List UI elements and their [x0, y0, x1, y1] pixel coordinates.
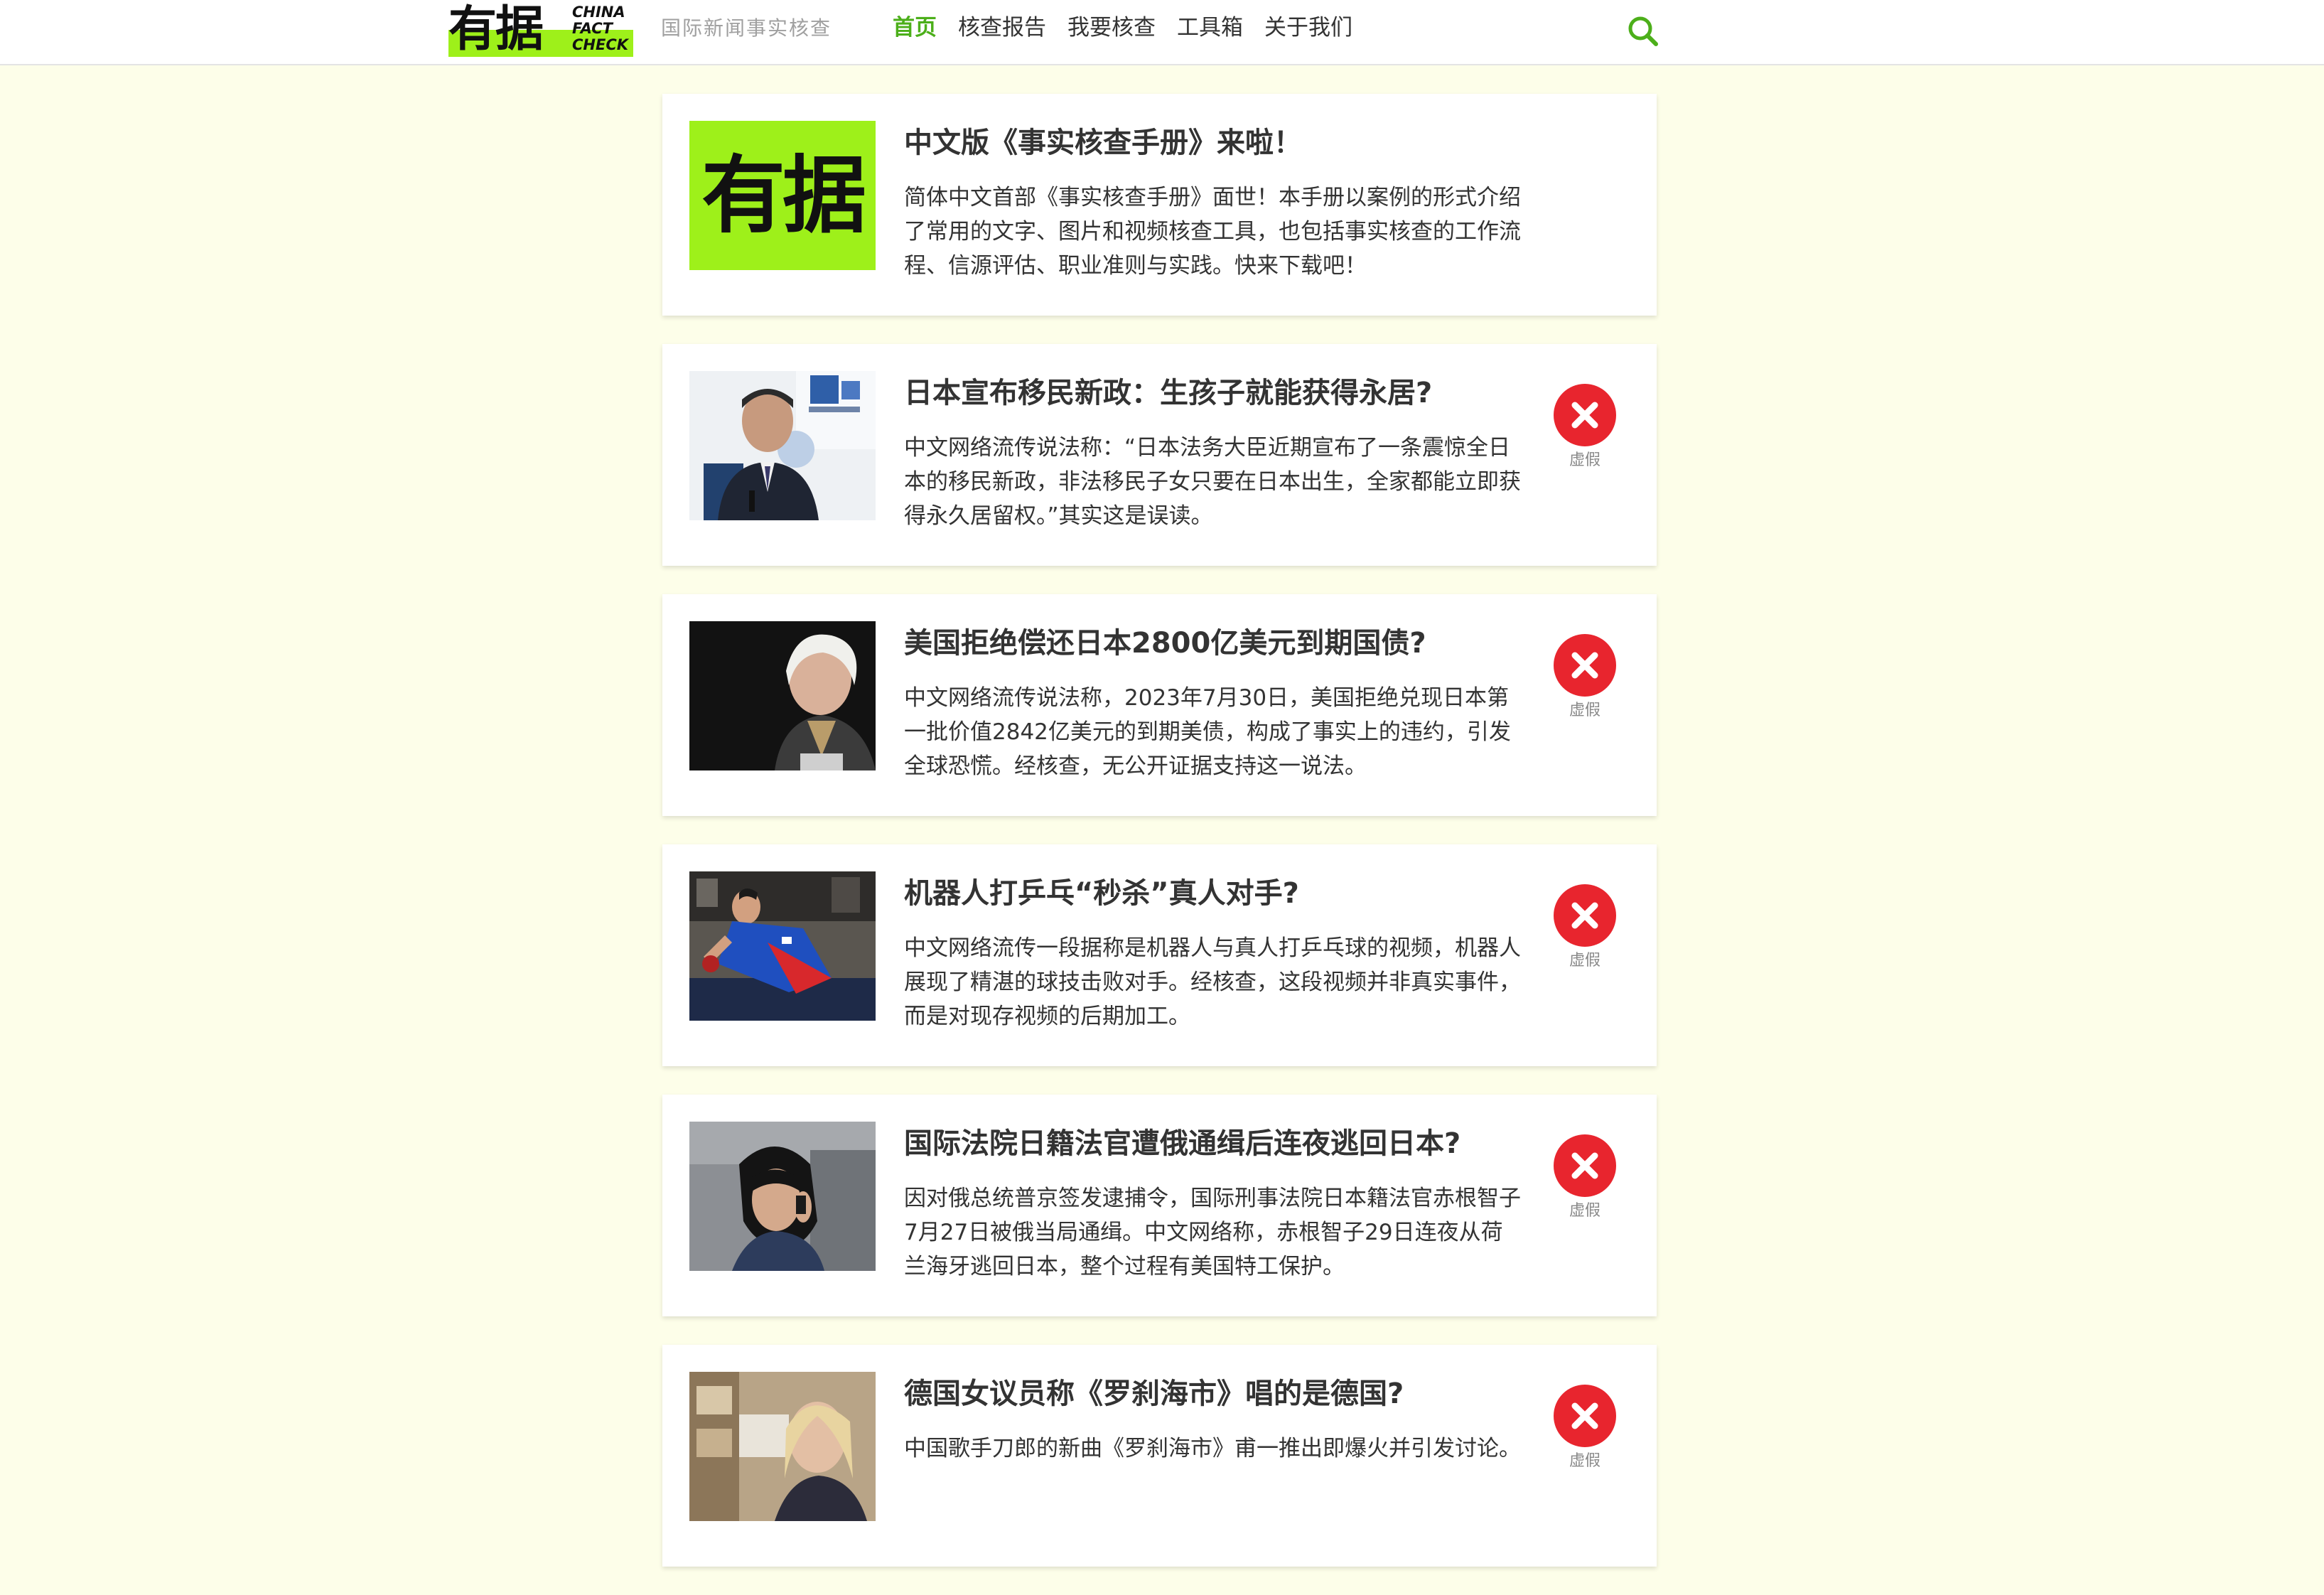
site-header: 有据 CHINA FACT CHECK 国际新闻事实核查 首页 核查报告 我要核…	[0, 0, 2324, 65]
thumbnail-photo-official-at-podium	[689, 371, 876, 520]
article-summary: 中国歌手刀郎的新曲《罗刹海市》甫一推出即爆火并引发讨论。	[904, 1436, 1521, 1461]
logo-en-line: CHECK	[572, 36, 629, 53]
article-title[interactable]: 日本宣布移民新政：生孩子就能获得永居?	[904, 372, 1544, 414]
nav-item-about[interactable]: 关于我们	[1264, 13, 1352, 43]
verdict-label: 虚假	[1569, 1452, 1601, 1470]
article-thumbnail[interactable]	[689, 621, 876, 770]
false-x-icon	[1554, 1134, 1616, 1197]
article-card[interactable]: 国际法院日籍法官遭俄通缉后连夜逃回日本? 因对俄总统普京签发逮捕令，国际刑事法院…	[662, 1095, 1657, 1316]
article-summary: 中文网络流传说法称，2023年7月30日，美国拒绝兑现日本第一批价值2842亿美…	[904, 685, 1511, 779]
article-summary: 中文网络流传一段据称是机器人与真人打乒乓球的视频，机器人展现了精湛的球技击败对手…	[904, 935, 1521, 1029]
article-thumbnail[interactable]	[689, 1372, 876, 1521]
thumbnail-photo-judge-with-headphones	[689, 1122, 876, 1271]
article-card[interactable]: 有据 中文版《事实核查手册》来啦！ 简体中文首部《事实核查手册》面世！本手册以案…	[662, 94, 1657, 316]
verdict-badge: 虚假	[1551, 382, 1619, 471]
false-x-icon	[1554, 384, 1616, 446]
verdict-label: 虚假	[1569, 451, 1601, 469]
article-title[interactable]: 美国拒绝偿还日本2800亿美元到期国债?	[904, 623, 1544, 664]
verdict-label: 虚假	[1569, 702, 1601, 719]
article-summary: 简体中文首部《事实核查手册》面世！本手册以案例的形式介绍了常用的文字、图片和视频…	[904, 185, 1521, 279]
site-tagline: 国际新闻事实核查	[661, 16, 832, 40]
verdict-label: 虚假	[1569, 952, 1601, 970]
article-summary: 因对俄总统普京签发逮捕令，国际刑事法院日本籍法官赤根智子7月27日被俄当局通缉。…	[904, 1186, 1521, 1279]
logo-mark: 有据	[448, 1, 633, 58]
article-thumbnail[interactable]: 有据	[689, 121, 876, 270]
article-summary: 中文网络流传说法称：“日本法务大臣近期宣布了一条震惊全日本的移民新政，非法移民子…	[904, 435, 1521, 529]
article-feed: 有据 中文版《事实核查手册》来啦！ 简体中文首部《事实核查手册》面世！本手册以案…	[662, 94, 1657, 1595]
article-thumbnail[interactable]	[689, 871, 876, 1021]
false-x-icon	[1554, 1385, 1616, 1447]
search-button[interactable]	[1626, 14, 1660, 48]
thumbnail-logo-text: 有据	[701, 146, 866, 245]
article-title[interactable]: 德国女议员称《罗刹海市》唱的是德国?	[904, 1373, 1544, 1414]
nav-item-reports[interactable]: 核查报告	[958, 13, 1046, 43]
verdict-badge: 虚假	[1551, 883, 1619, 971]
article-title[interactable]: 国际法院日籍法官遭俄通缉后连夜逃回日本?	[904, 1123, 1544, 1164]
logo-en-line: FACT	[572, 20, 613, 37]
article-card[interactable]: 机器人打乒乓“秒杀”真人对手? 中文网络流传一段据称是机器人与真人打乒乓球的视频…	[662, 844, 1657, 1066]
article-card[interactable]: 日本宣布移民新政：生孩子就能获得永居? 中文网络流传说法称：“日本法务大臣近期宣…	[662, 344, 1657, 566]
article-card[interactable]: 美国拒绝偿还日本2800亿美元到期国债? 中文网络流传说法称，2023年7月30…	[662, 594, 1657, 816]
article-card[interactable]: 德国女议员称《罗刹海市》唱的是德国? 中国歌手刀郎的新曲《罗刹海市》甫一推出即爆…	[662, 1345, 1657, 1567]
verdict-badge: 虚假	[1551, 1383, 1619, 1471]
main-nav: 首页 核查报告 我要核查 工具箱 关于我们	[893, 13, 1374, 43]
logo-en-line: CHINA	[572, 4, 625, 21]
logo-chinese-text: 有据	[448, 1, 544, 58]
nav-item-submit-check[interactable]: 我要核查	[1067, 13, 1156, 43]
thumbnail-photo-woman-speaking	[689, 621, 876, 770]
nav-item-toolbox[interactable]: 工具箱	[1177, 13, 1243, 43]
article-title[interactable]: 中文版《事实核查手册》来啦！	[904, 122, 1544, 163]
nav-item-home[interactable]: 首页	[893, 13, 937, 43]
false-x-icon	[1554, 634, 1616, 697]
thumbnail-photo-politician	[689, 1372, 876, 1521]
search-icon	[1628, 16, 1658, 46]
logo-english-text: CHINA FACT CHECK	[572, 4, 633, 53]
verdict-label: 虚假	[1569, 1202, 1601, 1220]
false-x-icon	[1554, 884, 1616, 947]
verdict-badge: 虚假	[1551, 633, 1619, 721]
article-thumbnail[interactable]	[689, 371, 876, 520]
article-thumbnail[interactable]	[689, 1122, 876, 1271]
thumbnail-photo-table-tennis-player	[689, 871, 876, 1021]
verdict-badge: 虚假	[1551, 1133, 1619, 1221]
article-title[interactable]: 机器人打乒乓“秒杀”真人对手?	[904, 873, 1544, 914]
site-logo[interactable]: 有据 CHINA FACT CHECK	[448, 1, 633, 58]
